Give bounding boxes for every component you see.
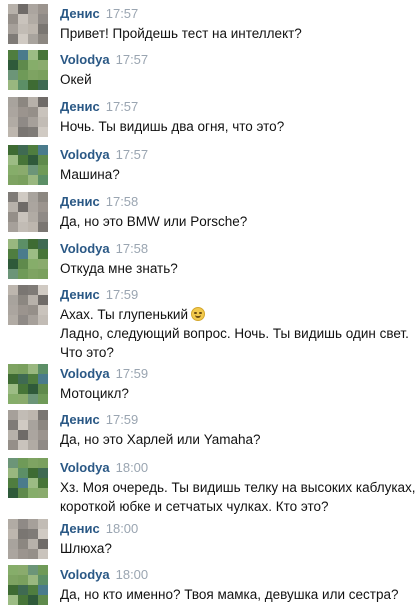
message-text: Да, но это Харлей или Yamaha? [60, 430, 410, 449]
avatar[interactable] [8, 192, 48, 232]
message-header: Денис 18:00 [60, 521, 138, 537]
message-line-text: Машина? [60, 167, 120, 182]
message-time[interactable]: 18:00 [116, 460, 149, 475]
message-header: Денис 17:57 [60, 99, 138, 115]
message-time[interactable]: 17:58 [106, 194, 139, 209]
message-line: Машина? [60, 165, 410, 184]
message-line-text: короткой юбке и сетчатых чулках. Кто это… [60, 499, 329, 514]
message-line: Да, но кто именно? Твоя мамка, девушка и… [60, 585, 410, 604]
author-name[interactable]: Денис [60, 194, 100, 209]
author-name[interactable]: Денис [60, 99, 100, 114]
avatar[interactable] [8, 50, 48, 90]
message-feed: Денис 17:57 Привет! Пройдешь тест на интел… [0, 0, 420, 605]
message-line: Что это? [60, 343, 410, 362]
message-line-text: Откуда мне знать? [60, 261, 178, 276]
message-line-text: Что это? [60, 345, 114, 360]
message-line: Ахах. Ты глупенький [60, 305, 410, 324]
message-line-text: Привет! Пройдешь тест на интеллект? [60, 26, 302, 41]
message-line: короткой юбке и сетчатых чулках. Кто это… [60, 497, 410, 516]
message-text: Хз. Моя очередь. Ты видишь телку на высо… [60, 478, 420, 516]
message-header: Volodya 18:00 [60, 567, 148, 583]
message-text: Машина? [60, 165, 410, 184]
message-line: Откуда мне знать? [60, 259, 410, 278]
message-line: Хз. Моя очередь. Ты видишь телку на высо… [60, 478, 420, 497]
message-time[interactable]: 17:57 [116, 52, 149, 67]
message-line: Мотоцикл? [60, 384, 410, 403]
author-name[interactable]: Денис [60, 287, 100, 302]
message-line: Ночь. Ты видишь два огня, что это? [60, 117, 410, 136]
message-text: Да, но это BMW или Porsche? [60, 212, 410, 231]
avatar[interactable] [8, 145, 48, 185]
message-line-text: Ахах. Ты глупенький [60, 307, 189, 322]
message-text: Да, но кто именно? Твоя мамка, девушка и… [60, 585, 410, 604]
message-time[interactable]: 17:57 [106, 99, 139, 114]
message-line-text: Ладно, следующий вопрос. Ночь. Ты видишь… [60, 326, 409, 341]
message-time[interactable]: 17:57 [116, 147, 149, 162]
message-line-text: Шлюха? [60, 541, 112, 556]
avatar[interactable] [8, 565, 48, 605]
avatar[interactable] [8, 458, 48, 498]
author-name[interactable]: Volodya [60, 460, 110, 475]
message-time[interactable]: 17:59 [106, 287, 139, 302]
avatar[interactable] [8, 364, 48, 404]
message-text: Привет! Пройдешь тест на интеллект? [60, 24, 410, 43]
message-line: Окей [60, 70, 410, 89]
message-time[interactable]: 17:59 [106, 412, 139, 427]
message-line-text: Хз. Моя очередь. Ты видишь телку на высо… [60, 480, 420, 495]
author-name[interactable]: Volodya [60, 147, 110, 162]
author-name[interactable]: Денис [60, 6, 100, 21]
message-time[interactable]: 18:00 [106, 521, 139, 536]
message-line-text: Да, но это BMW или Porsche? [60, 214, 248, 229]
message-line: Привет! Пройдешь тест на интеллект? [60, 24, 410, 43]
message-text: Шлюха? [60, 539, 410, 558]
avatar[interactable] [8, 519, 48, 559]
author-name[interactable]: Volodya [60, 366, 110, 381]
avatar[interactable] [8, 4, 48, 44]
avatar[interactable] [8, 97, 48, 137]
message-line: Шлюха? [60, 539, 410, 558]
author-name[interactable]: Денис [60, 412, 100, 427]
message-line-text: Да, но кто именно? Твоя мамка, девушка и… [60, 587, 399, 602]
message-time[interactable]: 17:59 [116, 366, 149, 381]
message-line: Ладно, следующий вопрос. Ночь. Ты видишь… [60, 324, 410, 343]
message-header: Денис 17:57 [60, 6, 138, 22]
message-line: Да, но это Харлей или Yamaha? [60, 430, 410, 449]
message-line-text: Мотоцикл? [60, 386, 129, 401]
message-header: Volodya 17:57 [60, 52, 148, 68]
message-header: Денис 17:59 [60, 287, 138, 303]
avatar[interactable] [8, 285, 48, 325]
message-text: Мотоцикл? [60, 384, 410, 403]
avatar[interactable] [8, 239, 48, 279]
message-text: Окей [60, 70, 410, 89]
author-name[interactable]: Volodya [60, 241, 110, 256]
message-header: Volodya 17:58 [60, 241, 148, 257]
author-name[interactable]: Volodya [60, 567, 110, 582]
message-line: Да, но это BMW или Porsche? [60, 212, 410, 231]
author-name[interactable]: Денис [60, 521, 100, 536]
message-line-text: Ночь. Ты видишь два огня, что это? [60, 119, 285, 134]
message-line-text: Да, но это Харлей или Yamaha? [60, 432, 261, 447]
message-header: Денис 17:58 [60, 194, 138, 210]
message-header: Volodya 17:59 [60, 366, 148, 382]
message-text: Ночь. Ты видишь два огня, что это? [60, 117, 410, 136]
message-header: Volodya 18:00 [60, 460, 148, 476]
message-header: Volodya 17:57 [60, 147, 148, 163]
author-name[interactable]: Volodya [60, 52, 110, 67]
message-text: Ахах. Ты глупенький Ладно, следующий вопр… [60, 305, 410, 362]
message-header: Денис 17:59 [60, 412, 138, 428]
message-time[interactable]: 18:00 [116, 567, 149, 582]
message-time[interactable]: 17:57 [106, 6, 139, 21]
message-text: Откуда мне знать? [60, 259, 410, 278]
avatar[interactable] [8, 410, 48, 450]
laughing-face-icon [191, 307, 206, 321]
message-time[interactable]: 17:58 [116, 241, 149, 256]
message-line-text: Окей [60, 72, 92, 87]
